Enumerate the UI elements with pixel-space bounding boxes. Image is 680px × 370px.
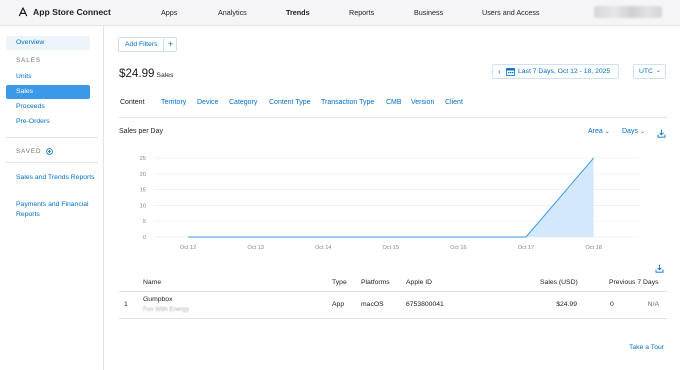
sales-total: $24.99 Sales	[119, 67, 173, 80]
nav-reports[interactable]: Reports	[349, 8, 374, 17]
tab-device[interactable]: Device	[197, 99, 218, 106]
y-tick-label: 20	[140, 172, 146, 178]
app-store-connect-icon	[18, 7, 28, 17]
tab-territory[interactable]: Territory	[161, 99, 186, 106]
add-filter-plus-button[interactable]: +	[164, 38, 176, 51]
sidebar: Overview SALES Units Sales Proceeds Pre-…	[0, 26, 104, 370]
tab-version[interactable]: Version	[411, 99, 434, 106]
timezone-select[interactable]: UTC ⌄	[633, 64, 666, 79]
column-header-type[interactable]: Type	[332, 279, 347, 286]
row-platforms: macOS	[361, 301, 384, 308]
add-circle-icon	[45, 148, 53, 155]
column-header-name[interactable]: Name	[143, 279, 161, 286]
sidebar-item-units[interactable]: Units	[6, 70, 90, 84]
add-filters-button[interactable]: Add Filters	[119, 38, 165, 51]
row-app-name[interactable]: Gumpbox	[143, 296, 172, 303]
x-tick-label: Oct 13	[247, 245, 263, 251]
x-tick-label: Oct 14	[315, 245, 331, 251]
row-type: App	[332, 301, 345, 308]
interval-dropdown[interactable]: Days ⌄	[622, 128, 645, 135]
sales-total-unit: Sales	[156, 72, 174, 79]
chevron-left-icon[interactable]: ‹	[493, 67, 506, 76]
chevron-down-icon: ⌄	[604, 129, 610, 135]
nav-apps[interactable]: Apps	[161, 8, 177, 17]
x-tick-label: Oct 12	[180, 245, 196, 251]
sidebar-divider	[6, 137, 98, 138]
column-header-platforms[interactable]: Platforms	[361, 279, 390, 286]
sidebar-divider	[6, 162, 98, 163]
column-header-sales[interactable]: Sales (USD)	[540, 279, 578, 286]
download-icon[interactable]	[655, 264, 664, 273]
y-tick-label: 15	[140, 188, 146, 194]
download-icon[interactable]	[657, 129, 666, 138]
interval-value: Days	[622, 128, 638, 135]
row-sales: $24.99	[556, 301, 577, 308]
sales-total-amount: $24.99	[119, 67, 155, 80]
area-fill	[188, 158, 594, 237]
row-previous: 0	[610, 301, 614, 308]
row-app-subtitle: Fun With Energy	[143, 306, 190, 313]
table-row[interactable]: 1 Gumpbox Fun With Energy App macOS 6753…	[119, 292, 667, 319]
nav-users-and-access[interactable]: Users and Access	[482, 8, 540, 17]
nav-trends[interactable]: Trends	[286, 8, 310, 17]
sidebar-header-sales: SALES	[16, 57, 41, 64]
take-a-tour-link[interactable]: Take a Tour	[629, 344, 664, 351]
brand-name: App Store Connect	[33, 7, 111, 17]
sidebar-item-proceeds[interactable]: Proceeds	[6, 100, 90, 114]
sidebar-item-overview[interactable]: Overview	[6, 36, 90, 50]
calendar-icon	[506, 67, 515, 76]
y-tick-label: 5	[143, 219, 146, 225]
sidebar-header-saved: SAVED	[16, 148, 42, 155]
tab-transaction-type[interactable]: Transaction Type	[321, 99, 374, 106]
series-line	[188, 157, 594, 238]
chart-title: Sales per Day	[119, 128, 163, 135]
x-tick-label: Oct 17	[518, 245, 534, 251]
brand[interactable]: App Store Connect	[18, 7, 111, 17]
chart-type-value: Area	[588, 128, 603, 135]
account-menu[interactable]	[594, 6, 662, 18]
column-header-apple-id[interactable]: Apple ID	[406, 279, 432, 286]
x-tick-label: Oct 16	[450, 245, 466, 251]
sidebar-item-sales[interactable]: Sales	[6, 85, 90, 99]
timezone-value: UTC	[639, 68, 653, 75]
tab-client[interactable]: Client	[445, 99, 463, 106]
row-apple-id: 6753800041	[406, 301, 444, 308]
x-tick-label: Oct 18	[585, 245, 601, 251]
add-filters-control: Add Filters +	[118, 37, 178, 52]
tab-cmb[interactable]: CMB	[386, 99, 402, 106]
column-header-previous-7-days[interactable]: Previous 7 Days	[609, 279, 659, 286]
saved-header-row[interactable]: SAVED	[16, 148, 53, 155]
saved-link-sales-and-trends-reports[interactable]: Sales and Trends Reports	[16, 173, 100, 183]
chevron-down-icon: ⌄	[639, 129, 645, 135]
sidebar-item-pre-orders[interactable]: Pre-Orders	[6, 115, 90, 129]
row-change: N/A	[647, 301, 659, 308]
tab-content-type[interactable]: Content Type	[269, 99, 311, 106]
dimension-tabs: Content Territory Device Category Conten…	[119, 98, 667, 118]
date-range-picker[interactable]: ‹ Last 7 Days, Oct 12 - 18, 2025	[492, 64, 619, 79]
table-header: Name Type Platforms Apple ID Sales (USD)…	[119, 276, 667, 292]
top-nav-bar: App Store Connect Apps Analytics Trends …	[0, 0, 680, 26]
nav-business[interactable]: Business	[414, 8, 443, 17]
chevron-down-icon: ⌄	[655, 68, 661, 74]
saved-link-payments-and-financial-reports[interactable]: Payments and Financial Reports	[16, 200, 100, 220]
y-tick-label: 25	[140, 156, 146, 162]
chart-type-dropdown[interactable]: Area ⌄	[588, 128, 610, 135]
y-tick-label: 0	[143, 235, 146, 241]
date-range-label: Last 7 Days, Oct 12 - 18, 2025	[518, 68, 611, 75]
x-tick-label: Oct 15	[383, 245, 399, 251]
y-tick-label: 10	[140, 203, 146, 209]
tab-category[interactable]: Category	[229, 99, 257, 106]
row-rank: 1	[124, 301, 128, 308]
nav-analytics[interactable]: Analytics	[218, 8, 247, 17]
tab-content[interactable]: Content	[120, 99, 145, 106]
sales-per-day-chart: 0 5 10 15 20 25 Oct 12 Oct 13 Oct 14 Oct 15 Oct 16…	[140, 156, 639, 251]
